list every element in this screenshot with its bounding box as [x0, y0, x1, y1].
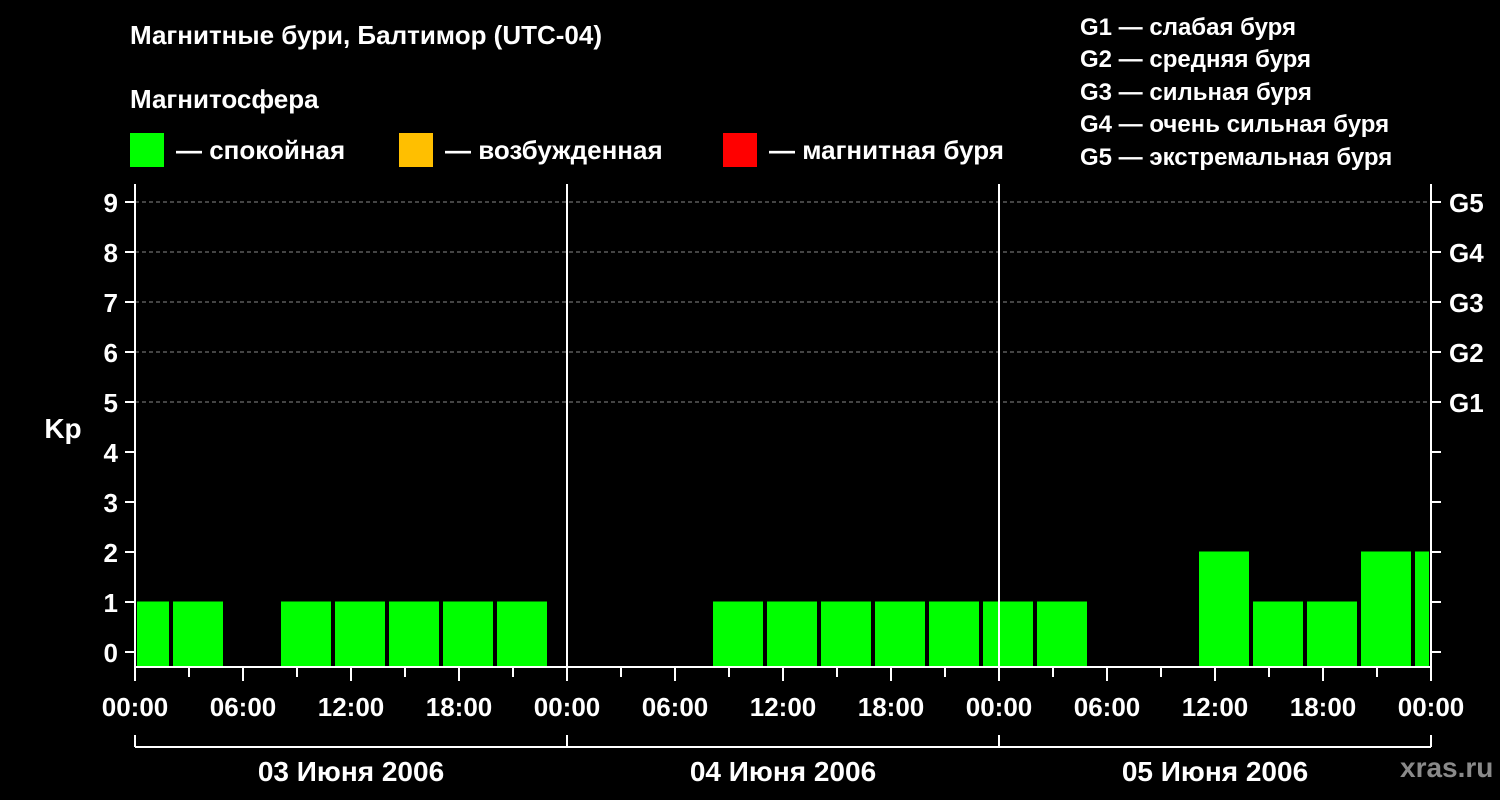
- g-level-label: G5: [1449, 188, 1484, 218]
- kp-bar: [1199, 551, 1249, 667]
- g-level-label: G1: [1449, 388, 1484, 418]
- kp-bar: [443, 601, 493, 667]
- x-tick-label: 00:00: [102, 692, 169, 722]
- kp-bar: [389, 601, 439, 667]
- chart-stage: Магнитные бури, Балтимор (UTC-04) Магнит…: [0, 0, 1500, 800]
- y-tick-label: 9: [104, 188, 118, 218]
- kp-bar: [767, 601, 817, 667]
- y-tick-label: 7: [104, 288, 118, 318]
- day-label: 05 Июня 2006: [1122, 756, 1308, 787]
- x-tick-label: 06:00: [210, 692, 277, 722]
- x-tick-label: 12:00: [1182, 692, 1249, 722]
- y-tick-label: 3: [104, 488, 118, 518]
- y-tick-label: 0: [104, 638, 118, 668]
- kp-bar: [281, 601, 331, 667]
- x-tick-label: 00:00: [534, 692, 601, 722]
- x-tick-label: 18:00: [1290, 692, 1357, 722]
- y-tick-label: 4: [104, 438, 119, 468]
- kp-bar: [1415, 551, 1429, 667]
- day-label: 03 Июня 2006: [258, 756, 444, 787]
- g-level-label: G2: [1449, 338, 1484, 368]
- y-tick-label: 2: [104, 538, 118, 568]
- x-tick-label: 18:00: [858, 692, 925, 722]
- x-tick-label: 06:00: [1074, 692, 1141, 722]
- g-level-label: G4: [1449, 238, 1484, 268]
- y-tick-label: 6: [104, 338, 118, 368]
- kp-bar: [875, 601, 925, 667]
- x-tick-label: 06:00: [642, 692, 709, 722]
- y-tick-label: 8: [104, 238, 118, 268]
- g-level-label: G3: [1449, 288, 1484, 318]
- kp-bar: [713, 601, 763, 667]
- kp-bar: [929, 601, 979, 667]
- kp-bar: [1037, 601, 1087, 667]
- kp-chart: 0 1 2 3 4 5 6 7 8 9 G1 G2 G3 G4 G5 Kp 00:00 06:00 12:00 18:…: [44, 184, 1484, 787]
- x-tick-label: 00:00: [1398, 692, 1465, 722]
- kp-bar: [983, 601, 1033, 667]
- kp-bar: [173, 601, 223, 667]
- y-tick-label: 5: [104, 388, 118, 418]
- day-label: 04 Июня 2006: [690, 756, 876, 787]
- x-tick-label: 18:00: [426, 692, 493, 722]
- kp-bar: [335, 601, 385, 667]
- y-tick-label: 1: [104, 588, 118, 618]
- x-tick-label: 12:00: [750, 692, 817, 722]
- kp-bar: [821, 601, 871, 667]
- kp-bar: [1361, 551, 1411, 667]
- kp-bar: [1307, 601, 1357, 667]
- kp-bar: [137, 601, 169, 667]
- x-tick-label: 00:00: [966, 692, 1033, 722]
- watermark: xras.ru: [1400, 752, 1494, 783]
- kp-bar: [1253, 601, 1303, 667]
- kp-bar: [497, 601, 547, 667]
- y-axis-title: Kp: [44, 413, 81, 444]
- x-tick-label: 12:00: [318, 692, 385, 722]
